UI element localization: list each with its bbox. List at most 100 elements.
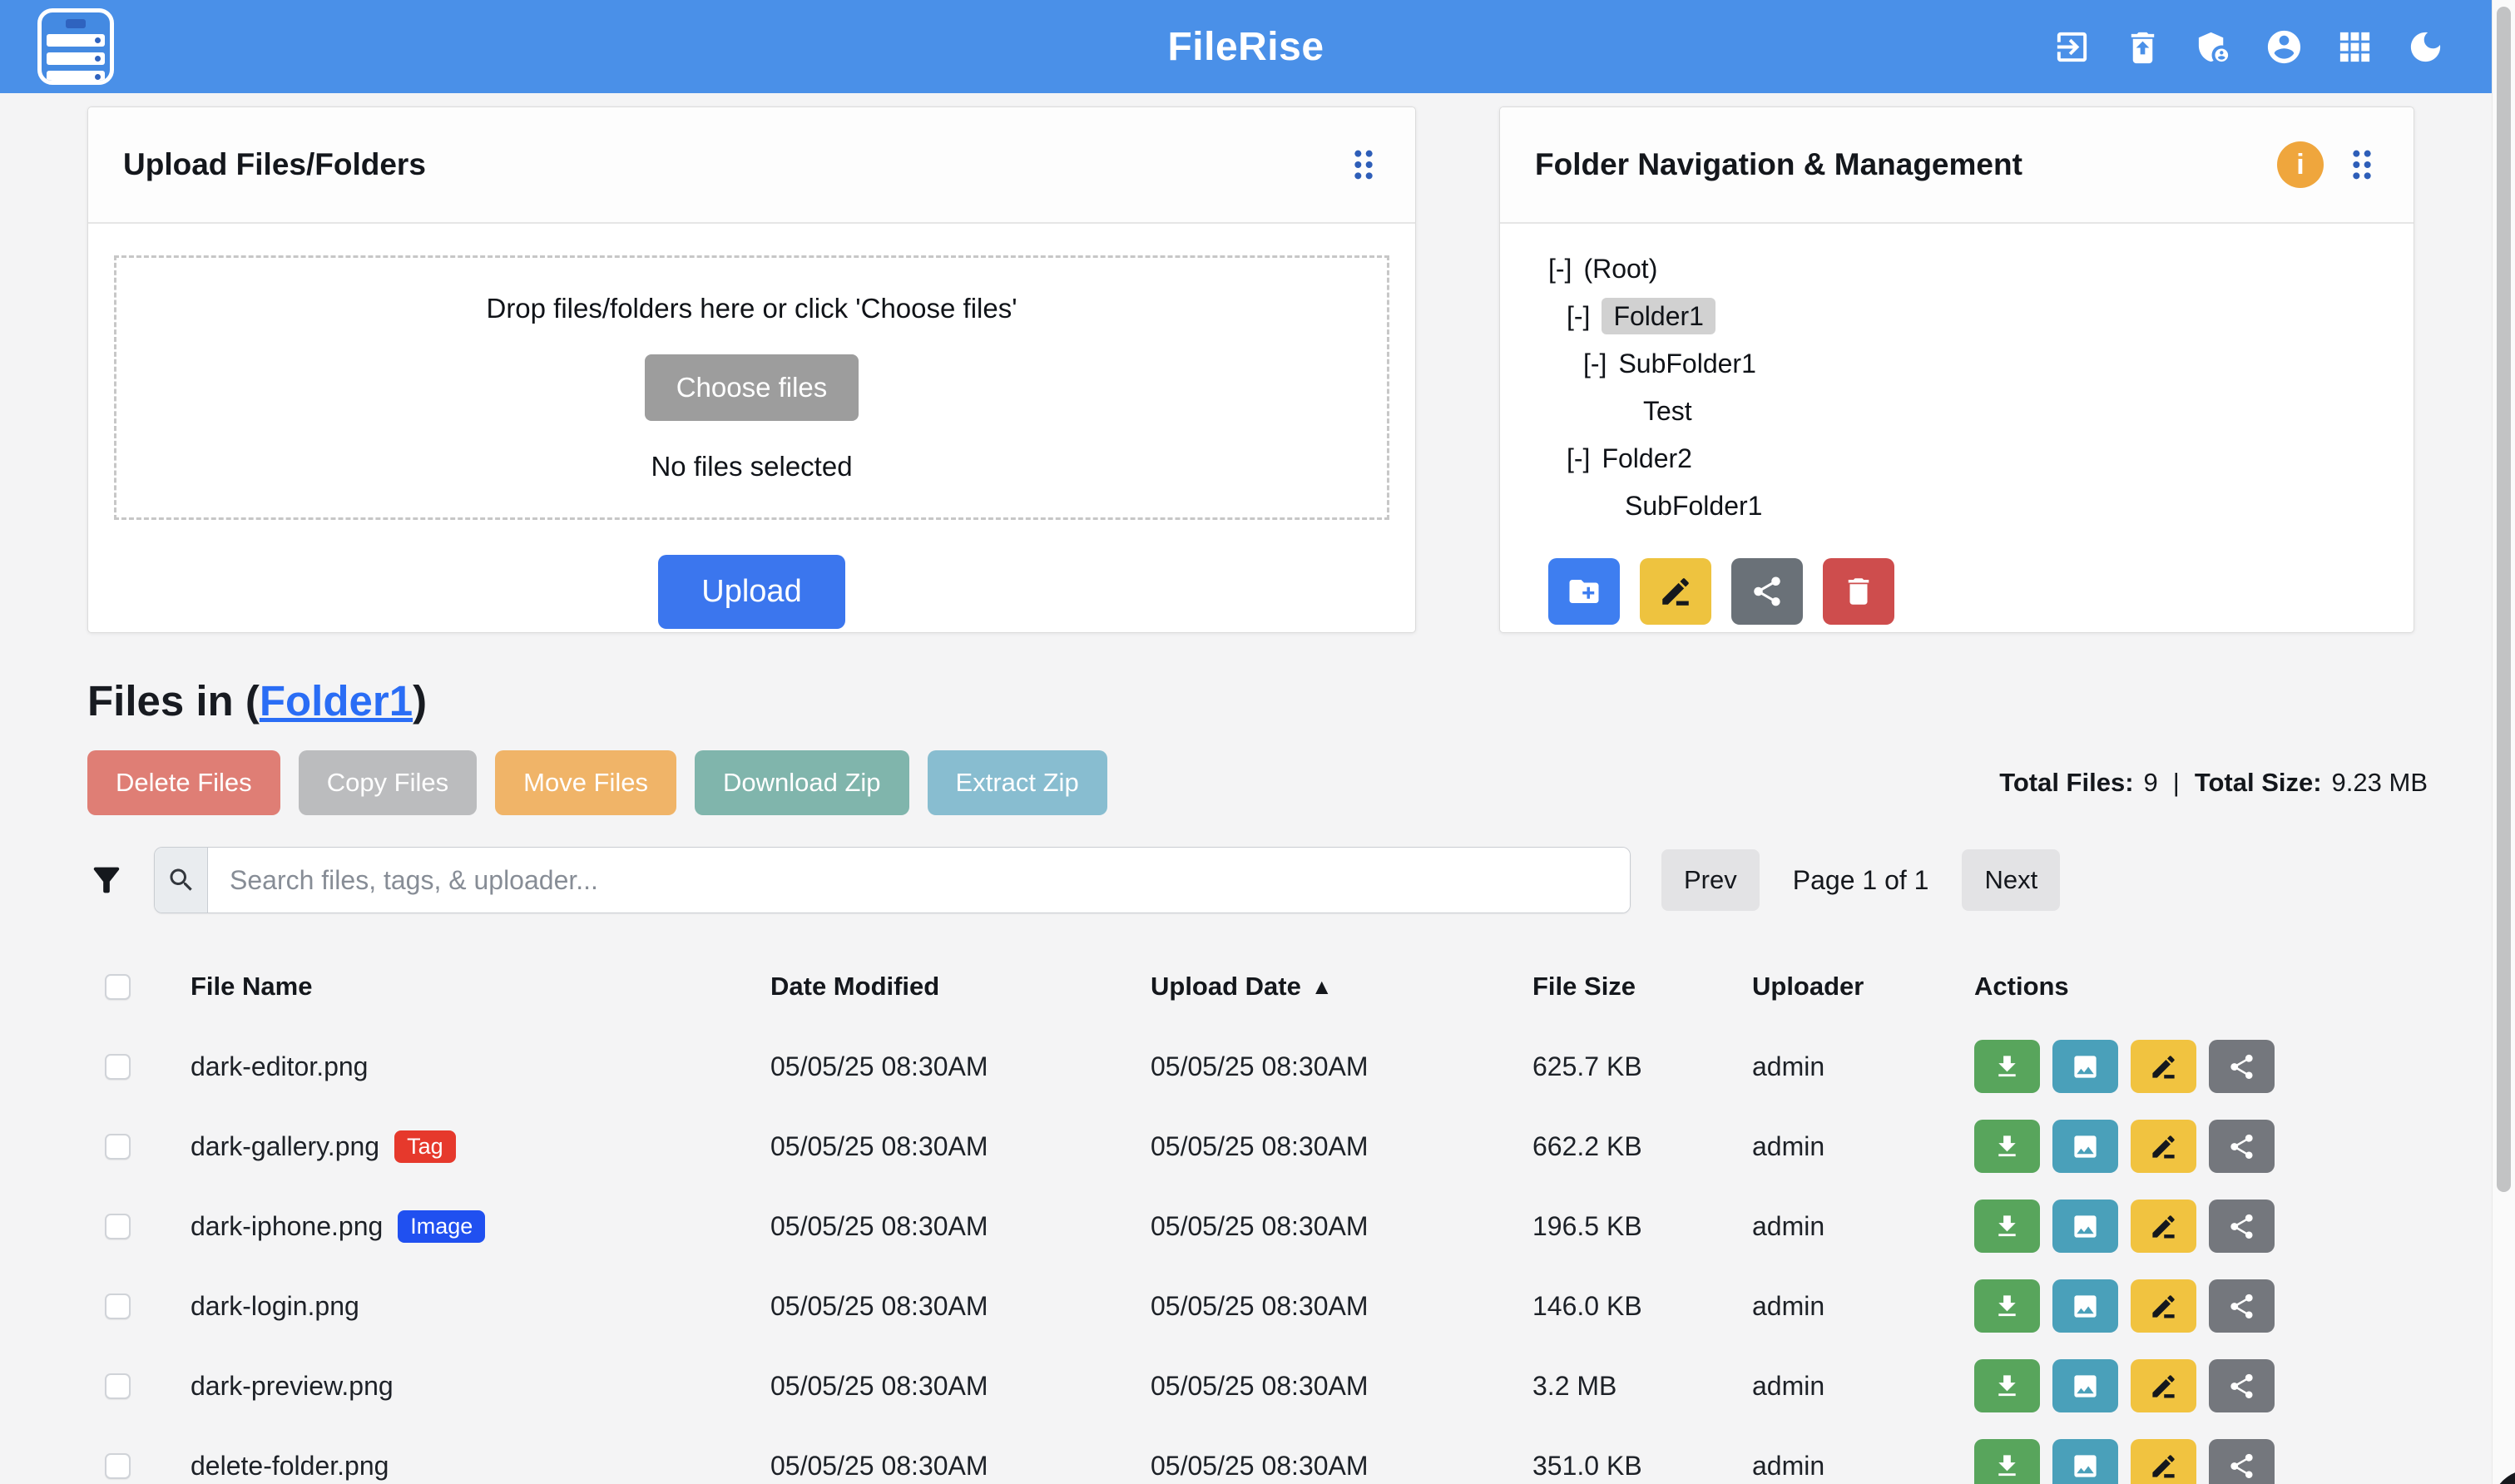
download-icon bbox=[1993, 1452, 2022, 1481]
preview-button[interactable] bbox=[2052, 1120, 2118, 1173]
preview-button[interactable] bbox=[2052, 1439, 2118, 1484]
column-header-upload-date[interactable]: Upload Date▲ bbox=[1133, 972, 1515, 1002]
file-name[interactable]: dark-preview.png bbox=[191, 1371, 394, 1402]
row-checkbox[interactable] bbox=[105, 1134, 131, 1160]
file-name[interactable]: dark-iphone.png bbox=[191, 1211, 383, 1242]
delete-folder-button[interactable] bbox=[1823, 558, 1894, 625]
column-header-file-name[interactable]: File Name bbox=[173, 972, 753, 1002]
prev-page-button[interactable]: Prev bbox=[1661, 849, 1760, 911]
download-zip-button[interactable]: Download Zip bbox=[695, 750, 909, 815]
info-icon[interactable]: i bbox=[2277, 141, 2324, 188]
total-size-value: 9.23 MB bbox=[2332, 768, 2428, 798]
tree-toggle[interactable]: [-] bbox=[1567, 301, 1590, 331]
current-folder-link[interactable]: Folder1 bbox=[260, 677, 413, 725]
row-checkbox[interactable] bbox=[105, 1453, 131, 1479]
edit-button[interactable] bbox=[2131, 1439, 2196, 1484]
trash-restore-icon[interactable] bbox=[2123, 27, 2162, 67]
upload-date: 05/05/25 08:30AM bbox=[1133, 1371, 1515, 1402]
tree-label[interactable]: SubFolder1 bbox=[1625, 491, 1762, 521]
row-checkbox[interactable] bbox=[105, 1373, 131, 1399]
create-folder-icon bbox=[1567, 574, 1602, 609]
no-files-text: No files selected bbox=[651, 451, 852, 482]
sort-asc-icon: ▲ bbox=[1311, 974, 1333, 1000]
row-checkbox[interactable] bbox=[105, 1054, 131, 1080]
tree-label[interactable]: (Root) bbox=[1583, 254, 1657, 284]
file-name[interactable]: delete-folder.png bbox=[191, 1451, 389, 1482]
create-folder-button[interactable] bbox=[1548, 558, 1620, 625]
extract-zip-button[interactable]: Extract Zip bbox=[928, 750, 1107, 815]
rename-folder-button[interactable] bbox=[1640, 558, 1711, 625]
date-modified: 05/05/25 08:30AM bbox=[753, 1131, 1133, 1162]
edit-button[interactable] bbox=[2131, 1279, 2196, 1333]
upload-date: 05/05/25 08:30AM bbox=[1133, 1451, 1515, 1482]
share-button[interactable] bbox=[2209, 1040, 2275, 1093]
uploader: admin bbox=[1735, 1131, 1957, 1162]
share-button[interactable] bbox=[2209, 1200, 2275, 1253]
preview-button[interactable] bbox=[2052, 1200, 2118, 1253]
tree-label-selected[interactable]: Folder1 bbox=[1602, 298, 1715, 334]
grid-view-icon[interactable] bbox=[2335, 27, 2374, 67]
share-folder-button[interactable] bbox=[1731, 558, 1803, 625]
edit-button[interactable] bbox=[2131, 1120, 2196, 1173]
row-checkbox[interactable] bbox=[105, 1214, 131, 1239]
download-icon bbox=[1993, 1292, 2022, 1321]
download-button[interactable] bbox=[1974, 1040, 2040, 1093]
files-heading-suffix: ) bbox=[413, 677, 427, 725]
filter-icon[interactable] bbox=[87, 861, 126, 899]
upload-button[interactable]: Upload bbox=[658, 555, 844, 629]
edit-button[interactable] bbox=[2131, 1040, 2196, 1093]
column-header-file-size[interactable]: File Size bbox=[1515, 972, 1735, 1002]
search-input[interactable] bbox=[208, 848, 1630, 913]
download-button[interactable] bbox=[1974, 1120, 2040, 1173]
column-header-date-modified[interactable]: Date Modified bbox=[753, 972, 1133, 1002]
logout-icon[interactable] bbox=[2052, 27, 2092, 67]
pagination: Prev Page 1 of 1 Next bbox=[1661, 849, 2060, 911]
preview-button[interactable] bbox=[2052, 1040, 2118, 1093]
download-button[interactable] bbox=[1974, 1279, 2040, 1333]
tree-toggle[interactable]: [-] bbox=[1583, 349, 1607, 378]
preview-button[interactable] bbox=[2052, 1359, 2118, 1412]
file-name[interactable]: dark-editor.png bbox=[191, 1051, 368, 1082]
drag-handle-icon[interactable] bbox=[2345, 145, 2379, 185]
tree-label[interactable]: Folder2 bbox=[1602, 443, 1692, 473]
rename-icon bbox=[1658, 574, 1693, 609]
column-header-uploader[interactable]: Uploader bbox=[1735, 972, 1957, 1002]
top-bar: FileRise bbox=[0, 0, 2492, 93]
edit-button[interactable] bbox=[2131, 1200, 2196, 1253]
share-button[interactable] bbox=[2209, 1120, 2275, 1173]
file-name[interactable]: dark-login.png bbox=[191, 1291, 359, 1322]
share-button[interactable] bbox=[2209, 1439, 2275, 1484]
tree-label[interactable]: SubFolder1 bbox=[1618, 349, 1755, 378]
share-icon bbox=[2227, 1292, 2256, 1321]
download-button[interactable] bbox=[1974, 1359, 2040, 1412]
search-icon[interactable] bbox=[155, 848, 208, 913]
edit-button[interactable] bbox=[2131, 1359, 2196, 1412]
user-icon[interactable] bbox=[2265, 27, 2304, 67]
drag-handle-icon[interactable] bbox=[1347, 145, 1380, 185]
tree-toggle[interactable]: [-] bbox=[1548, 254, 1572, 284]
file-dropzone[interactable]: Drop files/folders here or click 'Choose… bbox=[114, 255, 1389, 520]
select-all-checkbox[interactable] bbox=[105, 974, 131, 1000]
choose-files-button[interactable]: Choose files bbox=[645, 354, 859, 421]
scrollbar-thumb[interactable] bbox=[2497, 7, 2511, 1192]
preview-button[interactable] bbox=[2052, 1279, 2118, 1333]
row-checkbox[interactable] bbox=[105, 1294, 131, 1319]
share-button[interactable] bbox=[2209, 1359, 2275, 1412]
table-row: dark-preview.png 05/05/25 08:30AM 05/05/… bbox=[87, 1346, 2428, 1426]
dark-mode-icon[interactable] bbox=[2406, 27, 2445, 67]
next-page-button[interactable]: Next bbox=[1962, 849, 2060, 911]
tree-label[interactable]: Test bbox=[1643, 396, 1692, 426]
delete-files-button[interactable]: Delete Files bbox=[87, 750, 280, 815]
copy-files-button[interactable]: Copy Files bbox=[299, 750, 477, 815]
totals-separator: | bbox=[2173, 768, 2180, 798]
download-button[interactable] bbox=[1974, 1439, 2040, 1484]
download-button[interactable] bbox=[1974, 1200, 2040, 1253]
files-heading: Files in (Folder1) bbox=[87, 676, 2515, 725]
file-name[interactable]: dark-gallery.png bbox=[191, 1131, 379, 1162]
edit-icon bbox=[2149, 1212, 2178, 1241]
tree-toggle[interactable]: [-] bbox=[1567, 443, 1590, 473]
share-button[interactable] bbox=[2209, 1279, 2275, 1333]
share-icon bbox=[2227, 1132, 2256, 1161]
admin-shield-icon[interactable] bbox=[2194, 27, 2233, 67]
move-files-button[interactable]: Move Files bbox=[495, 750, 676, 815]
